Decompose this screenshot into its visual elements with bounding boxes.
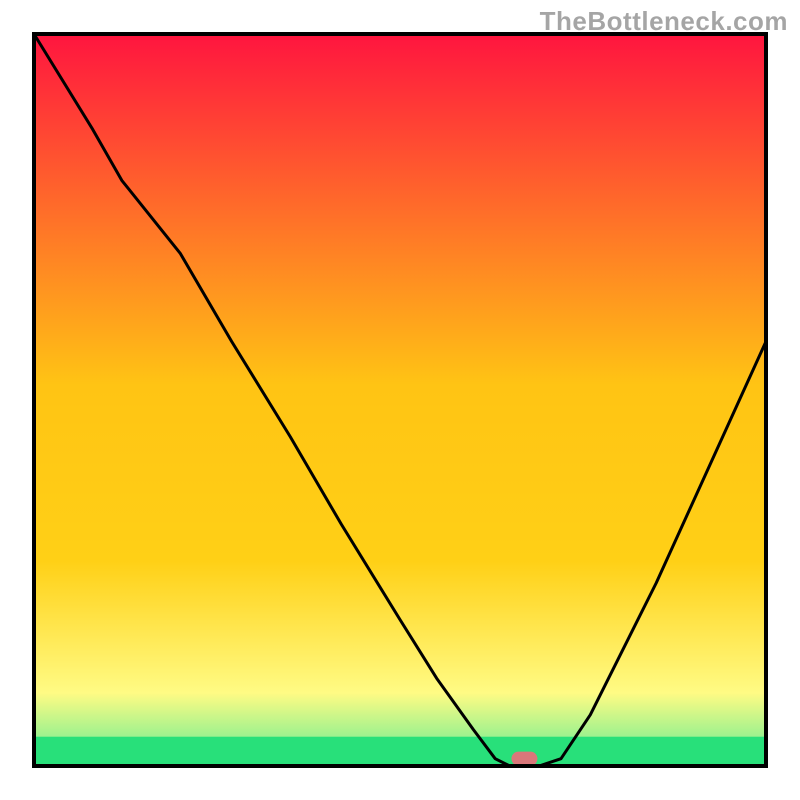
chart-svg bbox=[0, 0, 800, 800]
plot-area bbox=[34, 34, 766, 766]
green-band bbox=[34, 737, 766, 766]
gradient-background bbox=[34, 34, 766, 766]
chart-stage: TheBottleneck.com bbox=[0, 0, 800, 800]
watermark-text: TheBottleneck.com bbox=[540, 6, 788, 37]
optimal-marker bbox=[511, 752, 537, 766]
